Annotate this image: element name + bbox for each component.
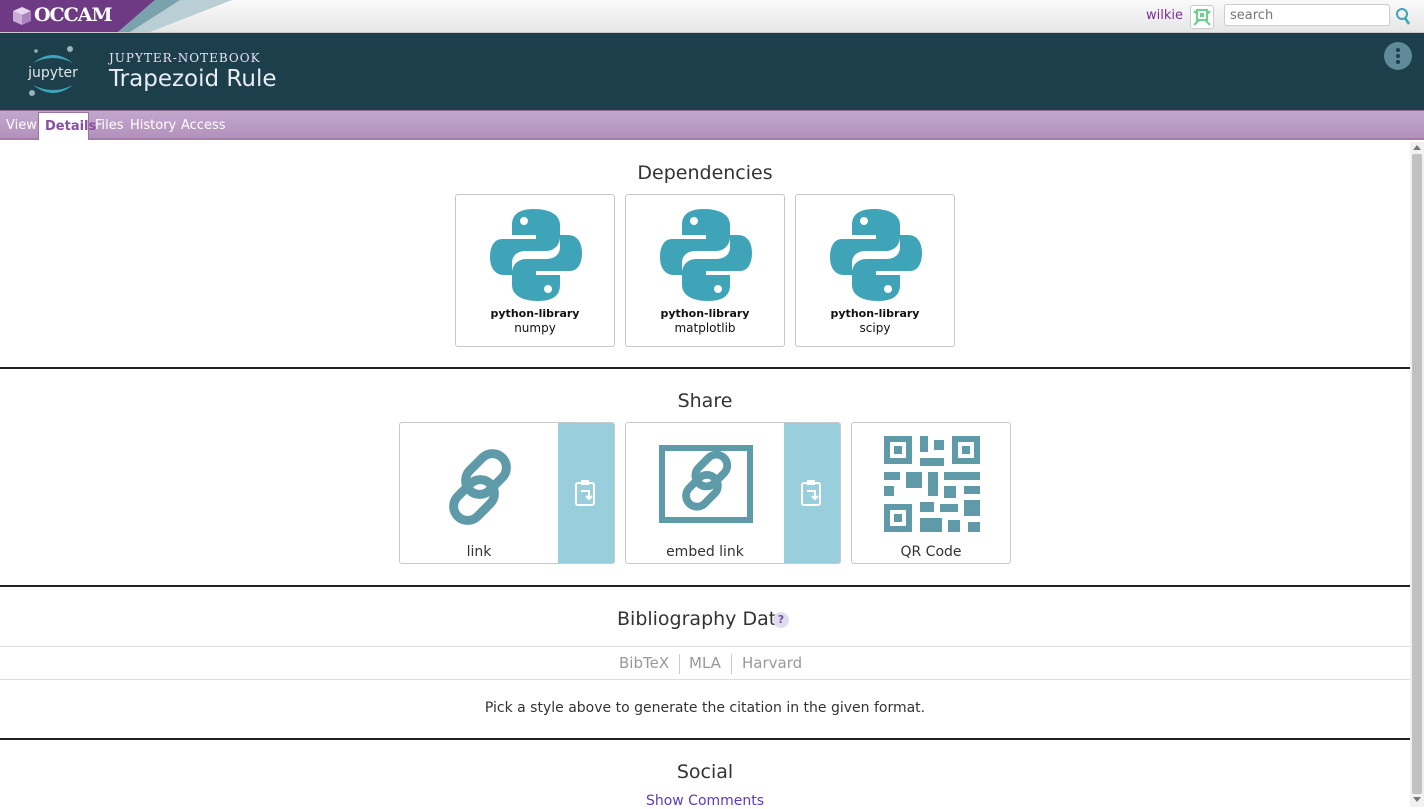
more-options-button[interactable]: [1384, 42, 1412, 70]
dependencies-title: Dependencies: [637, 162, 773, 184]
jupyter-icon: jupyter: [27, 46, 78, 96]
username-link[interactable]: wilkie: [1146, 8, 1183, 23]
share-label: embed link: [666, 544, 744, 560]
dependency-name: numpy: [514, 321, 556, 335]
share-card-qr-code[interactable]: QR Code: [851, 422, 1011, 564]
dependency-type: python-library: [490, 307, 580, 320]
more-dot-icon: [1396, 54, 1400, 58]
citation-style-mla[interactable]: MLA: [689, 654, 721, 672]
brand-name: OCCAM: [34, 4, 113, 26]
section-divider: [0, 585, 1410, 587]
bibliography-title: Bibliography Data: [617, 608, 788, 630]
scroll-thumb[interactable]: [1412, 154, 1422, 794]
jupyter-logo-text: jupyter: [27, 65, 78, 81]
tab-bar: View Details Files History Access: [0, 110, 1424, 140]
share-card-link[interactable]: link: [399, 422, 615, 564]
search-button[interactable]: [1394, 6, 1414, 26]
dependency-card-numpy[interactable]: python-library numpy: [455, 194, 615, 347]
object-header: jupyter jupyter-notebook Trapezoid Rule: [0, 33, 1424, 110]
occam-logo[interactable]: OCCAM: [0, 0, 240, 32]
user-avatar-icon: [1193, 9, 1211, 26]
tab-access[interactable]: Access: [175, 112, 232, 140]
more-dot-icon: [1396, 60, 1400, 64]
share-card-embed-link[interactable]: embed link: [625, 422, 841, 564]
python-logo-icon: [660, 209, 752, 301]
section-divider: [0, 367, 1410, 369]
share-label: link: [466, 544, 492, 560]
dependency-card-scipy[interactable]: python-library scipy: [795, 194, 955, 347]
clipboard-icon: [801, 480, 821, 506]
scroll-up-icon[interactable]: [1413, 145, 1421, 150]
search-icon: [1396, 8, 1411, 25]
social-title: Social: [676, 761, 734, 783]
scroll-down-icon[interactable]: [1413, 797, 1421, 802]
search-input[interactable]: [1224, 4, 1390, 26]
dependency-name: scipy: [859, 321, 891, 335]
citation-style-bibtex[interactable]: BibTeX: [619, 654, 669, 672]
section-divider: [0, 738, 1410, 740]
object-type: jupyter-notebook: [109, 51, 261, 65]
python-logo-icon: [490, 209, 582, 301]
help-icon[interactable]: ?: [773, 612, 789, 628]
tab-view[interactable]: View: [0, 112, 43, 140]
qr-code-icon: [884, 436, 980, 532]
citation-style-bar: BibTeX MLA Harvard: [0, 646, 1410, 680]
top-bar: OCCAM wilkie: [0, 0, 1424, 33]
more-dot-icon: [1396, 48, 1400, 52]
link-icon: [449, 449, 511, 525]
dependency-type: python-library: [830, 307, 920, 320]
page-title: Trapezoid Rule: [109, 66, 277, 92]
copy-embed-link-button[interactable]: [784, 423, 840, 563]
citation-hint: Pick a style above to generate the citat…: [484, 700, 926, 716]
scrollbar[interactable]: [1410, 142, 1424, 807]
separator: [731, 654, 732, 674]
tab-details[interactable]: Details: [38, 112, 96, 140]
citation-style-harvard[interactable]: Harvard: [742, 654, 802, 672]
python-logo-icon: [830, 209, 922, 301]
dependency-name: matplotlib: [674, 321, 736, 335]
dependency-card-matplotlib[interactable]: python-library matplotlib: [625, 194, 785, 347]
clipboard-icon: [575, 480, 595, 506]
share-title: Share: [677, 390, 733, 412]
jupyter-logo: jupyter: [24, 41, 82, 99]
tab-history[interactable]: History: [124, 112, 182, 140]
separator: [679, 654, 680, 674]
dependency-type: python-library: [660, 307, 750, 320]
avatar[interactable]: [1190, 5, 1214, 29]
embed-link-icon: [659, 445, 753, 523]
copy-link-button[interactable]: [558, 423, 614, 563]
share-label: QR Code: [900, 544, 962, 560]
